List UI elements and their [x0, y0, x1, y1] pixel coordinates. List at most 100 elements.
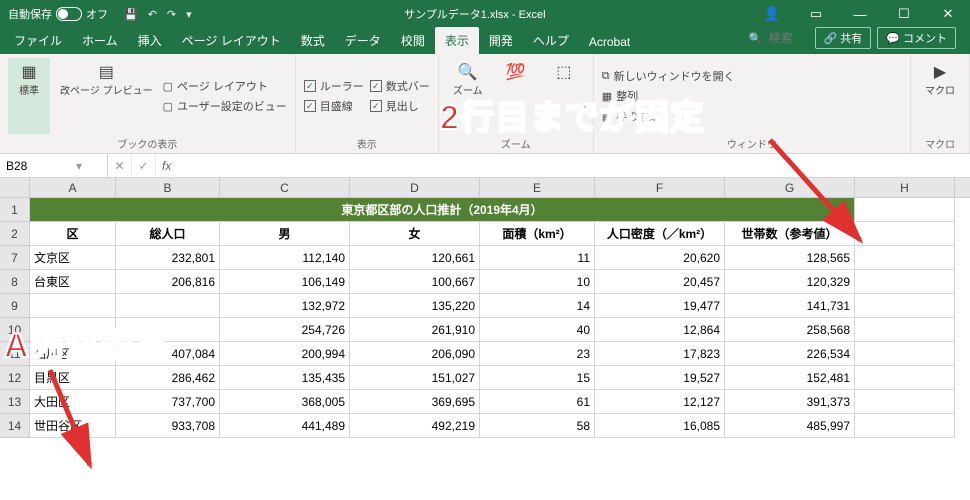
cell[interactable]: 135,435: [220, 366, 350, 390]
cell[interactable]: 286,462: [116, 366, 220, 390]
cancel-icon[interactable]: ✕: [108, 154, 132, 177]
col-header[interactable]: H: [855, 178, 955, 197]
col-header[interactable]: F: [595, 178, 725, 197]
col-header[interactable]: G: [725, 178, 855, 197]
save-icon[interactable]: 💾: [124, 8, 138, 21]
tab-2[interactable]: 挿入: [128, 27, 172, 54]
cell[interactable]: 369,695: [350, 390, 480, 414]
comment-button[interactable]: 💬コメント: [877, 27, 956, 49]
cell[interactable]: 391,373: [725, 390, 855, 414]
cell[interactable]: 58: [480, 414, 595, 438]
title-cell[interactable]: 東京都区部の人口推計（2019年4月）: [30, 198, 855, 222]
cell[interactable]: 135,220: [350, 294, 480, 318]
cell[interactable]: 19,527: [595, 366, 725, 390]
cell[interactable]: 261,910: [350, 318, 480, 342]
tab-3[interactable]: ページ レイアウト: [172, 27, 291, 54]
search-input[interactable]: [769, 31, 809, 45]
pagelayout-button[interactable]: ▢ページ レイアウト: [163, 78, 287, 94]
cell[interactable]: 文京区: [30, 246, 116, 270]
row-header[interactable]: 2: [0, 222, 30, 246]
cell[interactable]: 368,005: [220, 390, 350, 414]
col-header[interactable]: E: [480, 178, 595, 197]
cell[interactable]: 485,997: [725, 414, 855, 438]
cell[interactable]: [855, 222, 955, 246]
cell[interactable]: 19,477: [595, 294, 725, 318]
zoom-selection-button[interactable]: ⬚: [543, 58, 585, 134]
row-header[interactable]: 9: [0, 294, 30, 318]
cell[interactable]: 151,027: [350, 366, 480, 390]
cell[interactable]: [855, 294, 955, 318]
header-cell[interactable]: 男: [220, 222, 350, 246]
tab-6[interactable]: 校閲: [391, 27, 435, 54]
header-cell[interactable]: 女: [350, 222, 480, 246]
tab-8[interactable]: 開発: [479, 27, 523, 54]
cell[interactable]: 100,667: [350, 270, 480, 294]
row-header[interactable]: 11: [0, 342, 30, 366]
cell[interactable]: 200,994: [220, 342, 350, 366]
search-icon[interactable]: 🔍: [749, 32, 763, 45]
cell[interactable]: 120,329: [725, 270, 855, 294]
cell[interactable]: 台東区: [30, 270, 116, 294]
cell[interactable]: 112,140: [220, 246, 350, 270]
row-header[interactable]: 10: [0, 318, 30, 342]
macros-button[interactable]: ▶マクロ: [919, 58, 961, 134]
enter-icon[interactable]: ✓: [132, 154, 156, 177]
ruler-checkbox[interactable]: ✓ルーラー: [304, 78, 364, 94]
tab-10[interactable]: Acrobat: [579, 30, 640, 54]
cell[interactable]: [855, 366, 955, 390]
spreadsheet-grid[interactable]: ABCDEFGH 1東京都区部の人口推計（2019年4月）2区総人口男女面積（k…: [0, 178, 970, 438]
cell[interactable]: 737,700: [116, 390, 220, 414]
cell[interactable]: 世田谷区: [30, 414, 116, 438]
row-header[interactable]: 14: [0, 414, 30, 438]
cell[interactable]: [30, 318, 116, 342]
cell[interactable]: 10: [480, 270, 595, 294]
tab-4[interactable]: 数式: [291, 27, 335, 54]
redo-icon[interactable]: ↷: [167, 8, 176, 21]
cell[interactable]: 14: [480, 294, 595, 318]
col-header[interactable]: A: [30, 178, 116, 197]
cell[interactable]: [855, 390, 955, 414]
cell[interactable]: 232,801: [116, 246, 220, 270]
header-cell[interactable]: 面積（km²）: [480, 222, 595, 246]
formula-input[interactable]: [177, 159, 970, 173]
tab-7[interactable]: 表示: [435, 27, 479, 54]
cell[interactable]: 492,219: [350, 414, 480, 438]
row-header[interactable]: 13: [0, 390, 30, 414]
custom-views-button[interactable]: ▢ユーザー設定のビュー: [163, 98, 287, 114]
tab-9[interactable]: ヘルプ: [523, 27, 579, 54]
qat-more-icon[interactable]: ▾: [186, 8, 192, 21]
cell[interactable]: 15: [480, 366, 595, 390]
cell[interactable]: 226,534: [725, 342, 855, 366]
cell[interactable]: 206,090: [350, 342, 480, 366]
cell[interactable]: [855, 318, 955, 342]
row-header[interactable]: 7: [0, 246, 30, 270]
cell[interactable]: 16,085: [595, 414, 725, 438]
fx-icon[interactable]: fx: [156, 159, 177, 173]
normal-view-button[interactable]: ▦標準: [8, 58, 50, 134]
cell[interactable]: [855, 246, 955, 270]
cell[interactable]: 441,489: [220, 414, 350, 438]
arrange-button[interactable]: ▦整列: [602, 88, 735, 104]
cell[interactable]: 20,620: [595, 246, 725, 270]
cell[interactable]: 258,568: [725, 318, 855, 342]
col-header[interactable]: C: [220, 178, 350, 197]
cell[interactable]: 17,823: [595, 342, 725, 366]
cell[interactable]: 61: [480, 390, 595, 414]
cell[interactable]: 12,864: [595, 318, 725, 342]
headings-checkbox[interactable]: ✓見出し: [370, 98, 430, 114]
cell[interactable]: 40: [480, 318, 595, 342]
new-window-button[interactable]: ⧉新しいウィンドウを開く: [602, 68, 735, 84]
tab-1[interactable]: ホーム: [72, 27, 128, 54]
cell[interactable]: [30, 294, 116, 318]
header-cell[interactable]: 区: [30, 222, 116, 246]
cell[interactable]: 128,565: [725, 246, 855, 270]
cell[interactable]: [855, 342, 955, 366]
cell[interactable]: 品川区: [30, 342, 116, 366]
undo-icon[interactable]: ↶: [148, 8, 157, 21]
row-header[interactable]: 8: [0, 270, 30, 294]
cell[interactable]: 933,708: [116, 414, 220, 438]
cell[interactable]: 120,661: [350, 246, 480, 270]
cell[interactable]: 20,457: [595, 270, 725, 294]
row-header[interactable]: 1: [0, 198, 30, 222]
cell[interactable]: [116, 318, 220, 342]
